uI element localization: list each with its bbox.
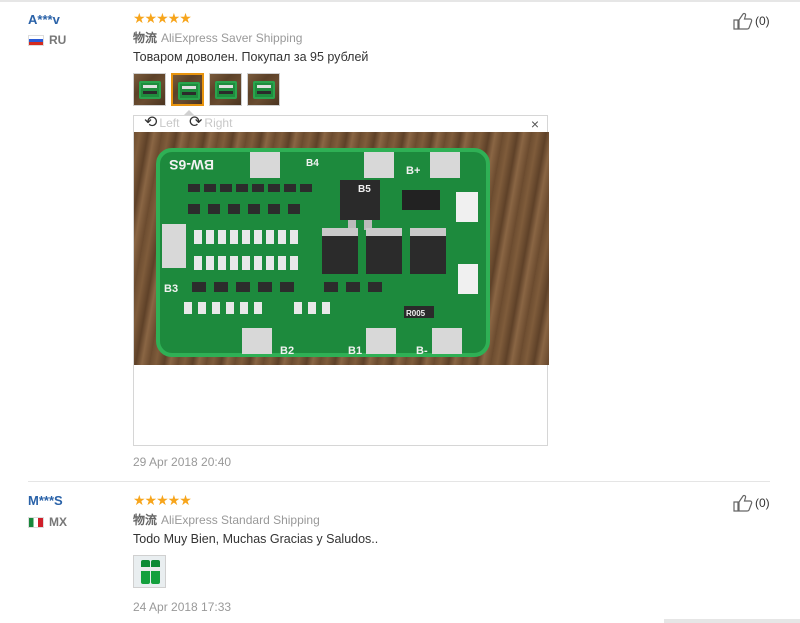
review-thumbnail[interactable] [209, 73, 242, 106]
review-comment: Товаром доволен. Покупал за 95 рублей [133, 50, 369, 64]
star-rating: ★★★★★ [133, 492, 192, 508]
close-icon[interactable]: × [531, 116, 539, 132]
shipping-label: 物流 [133, 513, 158, 527]
helpful-button[interactable]: (0) [733, 494, 770, 512]
shipping-info: 物流 AliExpress Standard Shipping [133, 511, 320, 528]
review-thumbnail-selected[interactable] [171, 73, 204, 106]
rotate-right-button[interactable]: ⟳ Right [189, 114, 233, 131]
rotate-left-button[interactable]: ⟲ Left [144, 114, 180, 131]
review-divider [28, 481, 770, 482]
country-code: RU [49, 33, 67, 47]
pcb-label: B3 [164, 283, 178, 295]
helpful-button[interactable]: (0) [733, 12, 770, 30]
review-date: 24 Apr 2018 17:33 [133, 600, 232, 614]
rotate-left-icon: ⟲ [144, 114, 158, 131]
viewer-toolbar: ⟲ Left ⟳ Right × [134, 114, 547, 133]
reviewer-name[interactable]: M***S [28, 493, 63, 508]
review-comment: Todo Muy Bien, Muchas Gracias y Saludos.… [133, 532, 379, 546]
pcb-label: B1 [348, 345, 362, 357]
pcb-label: B5 [358, 184, 371, 195]
review-thumbnails [133, 555, 166, 588]
helpful-count: (0) [755, 14, 770, 28]
top-border [0, 0, 800, 2]
rotate-left-label: Left [159, 116, 180, 130]
shipping-label: 物流 [133, 31, 158, 45]
review-thumbnails [133, 73, 280, 106]
review-thumbnail[interactable] [133, 73, 166, 106]
bottom-bar [664, 619, 800, 623]
star-rating: ★★★★★ [133, 10, 192, 26]
country-code: MX [49, 515, 67, 529]
shipping-method: AliExpress Standard Shipping [161, 513, 320, 527]
rotate-right-icon: ⟳ [189, 114, 203, 131]
review-photo: BW-6S B4 B5 B+ B3 B2 B1 B- R005 [134, 132, 549, 365]
review-thumbnail[interactable] [247, 73, 280, 106]
pcb-label: BW-6S [169, 157, 214, 173]
review-thumbnail[interactable] [133, 555, 166, 588]
pcb-label: B2 [280, 345, 294, 357]
pcb-label: B+ [406, 165, 420, 177]
image-viewer: ⟲ Left ⟳ Right × BW-6S B4 B5 B+ B3 B2 B1… [133, 114, 549, 446]
thumbs-up-icon [733, 494, 753, 512]
shipping-info: 物流 AliExpress Saver Shipping [133, 29, 302, 46]
pcb-label: B4 [306, 158, 319, 169]
mexico-flag-icon [28, 516, 44, 528]
shipping-method: AliExpress Saver Shipping [161, 31, 303, 45]
thumbs-up-icon [733, 12, 753, 30]
pcb-label: R005 [406, 309, 426, 318]
pcb-label: B- [416, 345, 428, 357]
reviewer-name[interactable]: A***v [28, 12, 60, 27]
reviewer-country: RU [28, 33, 66, 47]
russia-flag-icon [28, 34, 44, 46]
helpful-count: (0) [755, 496, 770, 510]
pcb-board-image: BW-6S B4 B5 B+ B3 B2 B1 B- R005 [156, 148, 490, 357]
review-date: 29 Apr 2018 20:40 [133, 455, 232, 469]
reviewer-country: MX [28, 515, 67, 529]
rotate-right-label: Right [204, 116, 233, 130]
